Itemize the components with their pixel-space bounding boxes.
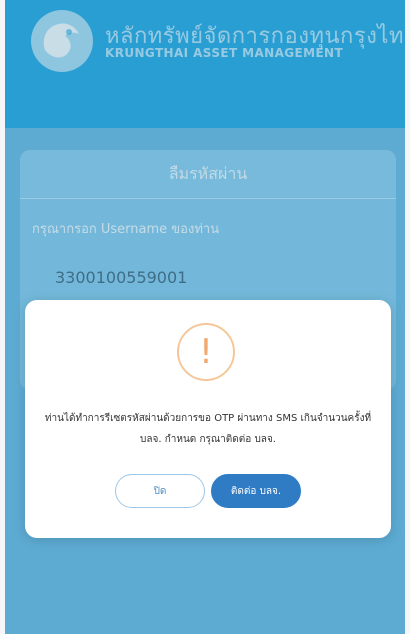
dialog-message-line1: ท่านได้ทำการรีเซตรหัสผ่านด้วยการขอ OTP ผ… [44,413,372,424]
close-button[interactable]: ปิด [115,474,205,508]
app-screen: หลักทรัพย์จัดการกองทุนกรุงไทย KRUNGTHAI … [5,0,405,634]
dialog-message-line2: บลจ. กำหนด กรุณาติดต่อ บลจ. [140,434,276,445]
dialog-message: ท่านได้ทำการรีเซตรหัสผ่านด้วยการขอ OTP ผ… [35,408,381,450]
contact-button[interactable]: ติดต่อ บลจ. [211,474,301,508]
otp-limit-dialog: ! ท่านได้ทำการรีเซตรหัสผ่านด้วยการขอ OTP… [25,300,391,538]
exclamation-icon: ! [177,323,235,381]
